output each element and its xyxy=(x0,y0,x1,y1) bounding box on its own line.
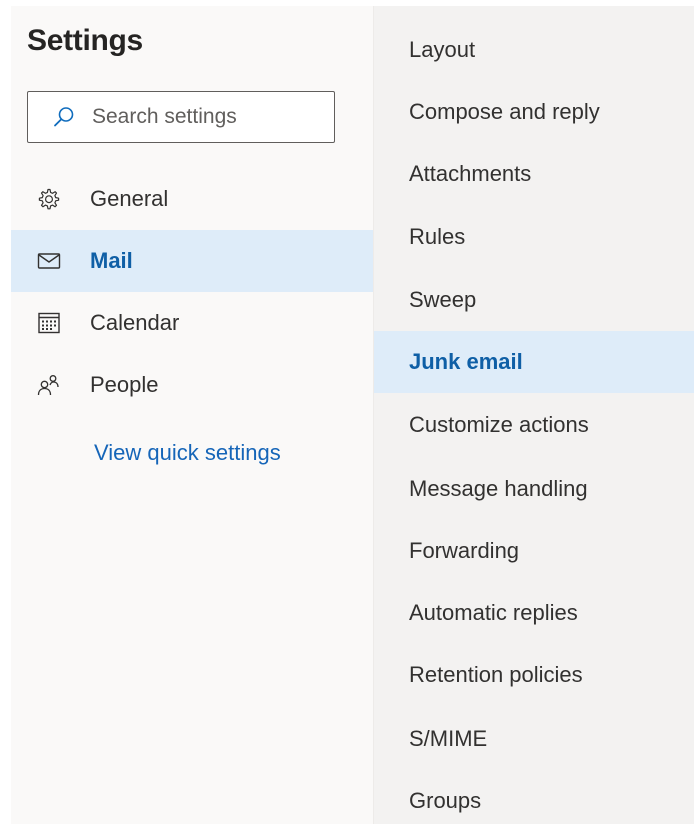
mail-setting-label: S/MIME xyxy=(409,726,488,751)
nav-item-people[interactable]: People xyxy=(11,354,373,416)
mail-setting-rules[interactable]: Rules xyxy=(374,206,694,268)
nav-item-label: Calendar xyxy=(90,310,180,335)
page-title: Settings xyxy=(27,24,143,57)
mail-settings-list: Layout Compose and reply Attachments Rul… xyxy=(374,6,694,824)
calendar-icon xyxy=(33,307,65,339)
mail-setting-label: Junk email xyxy=(409,349,523,374)
mail-setting-label: Groups xyxy=(409,788,482,813)
settings-nav-pane: Settings General xyxy=(11,6,374,824)
mail-setting-layout[interactable]: Layout xyxy=(374,19,694,81)
mail-setting-label: Rules xyxy=(409,224,466,249)
mail-setting-compose-and-reply[interactable]: Compose and reply xyxy=(374,81,694,143)
mail-setting-label: Message handling xyxy=(409,476,588,501)
mail-setting-label: Compose and reply xyxy=(409,99,600,124)
search-input[interactable] xyxy=(92,105,312,129)
mail-setting-automatic-replies[interactable]: Automatic replies xyxy=(374,582,694,644)
mail-setting-label: Sweep xyxy=(409,287,477,312)
people-icon xyxy=(33,369,65,401)
mail-setting-retention-policies[interactable]: Retention policies xyxy=(374,644,694,706)
mail-setting-attachments[interactable]: Attachments xyxy=(374,143,694,205)
mail-setting-forwarding[interactable]: Forwarding xyxy=(374,520,694,582)
mail-setting-label: Layout xyxy=(409,37,476,62)
view-quick-settings-link[interactable]: View quick settings xyxy=(94,440,281,466)
mail-icon xyxy=(33,245,65,277)
search-box[interactable] xyxy=(27,91,335,143)
nav-item-calendar[interactable]: Calendar xyxy=(11,292,373,354)
nav-item-mail[interactable]: Mail xyxy=(11,230,373,292)
mail-setting-sweep[interactable]: Sweep xyxy=(374,269,694,331)
settings-category-nav: General Mail Calendar People xyxy=(11,168,373,416)
mail-setting-customize-actions[interactable]: Customize actions xyxy=(374,394,694,456)
mail-setting-junk-email[interactable]: Junk email xyxy=(374,331,694,393)
mail-setting-smime[interactable]: S/MIME xyxy=(374,708,694,770)
mail-setting-label: Customize actions xyxy=(409,412,589,437)
mail-setting-groups[interactable]: Groups xyxy=(374,770,694,832)
nav-item-general[interactable]: General xyxy=(11,168,373,230)
settings-panel: Settings General xyxy=(11,6,694,824)
search-icon xyxy=(52,105,76,129)
mail-setting-label: Forwarding xyxy=(409,538,520,563)
nav-item-label: Mail xyxy=(90,248,133,273)
mail-setting-label: Attachments xyxy=(409,161,532,186)
nav-item-label: People xyxy=(90,372,159,397)
gear-icon xyxy=(33,183,65,215)
mail-setting-message-handling[interactable]: Message handling xyxy=(374,458,694,520)
nav-item-label: General xyxy=(90,186,169,211)
mail-setting-label: Retention policies xyxy=(409,662,583,687)
mail-setting-label: Automatic replies xyxy=(409,600,578,625)
